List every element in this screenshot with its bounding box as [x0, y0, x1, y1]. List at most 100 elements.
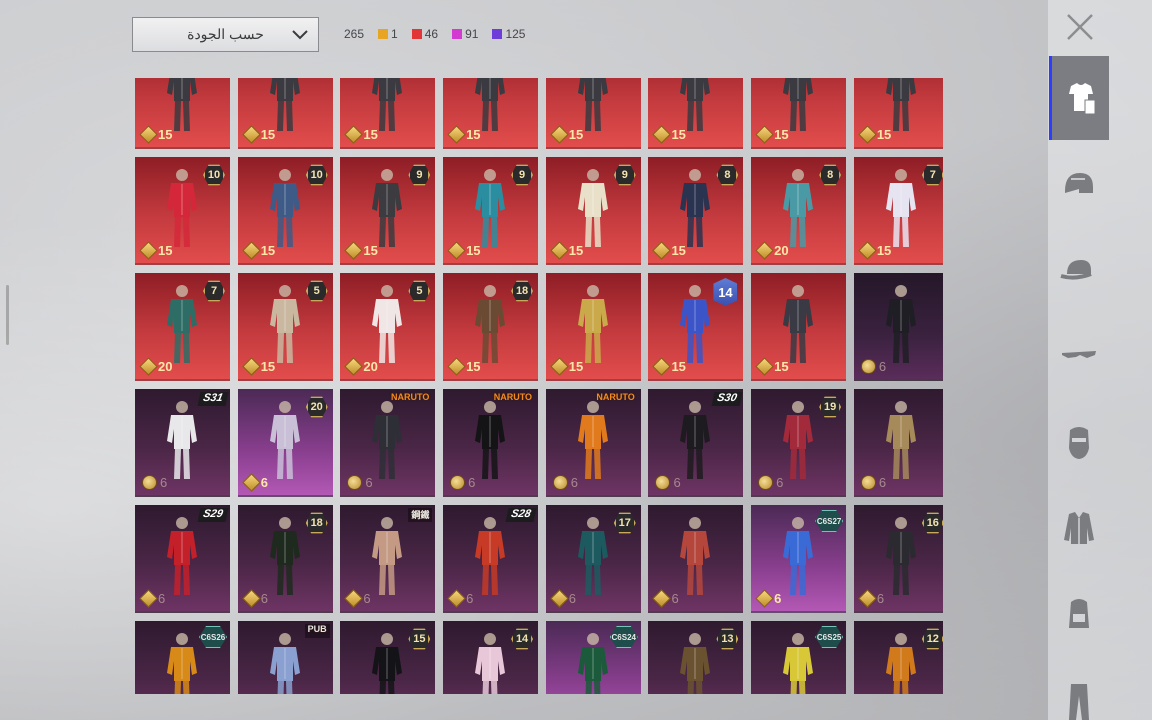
- outfit-figure-icon: [885, 401, 916, 479]
- item-price: 6: [858, 589, 884, 608]
- category-backpack[interactable]: [1049, 572, 1109, 656]
- item-card[interactable]: 16 6: [853, 505, 943, 613]
- item-card[interactable]: 14 15: [648, 273, 744, 381]
- item-card[interactable]: 15: [648, 78, 744, 149]
- item-card[interactable]: 鋼鐵 6: [340, 505, 436, 613]
- item-card[interactable]: 136: [648, 621, 744, 694]
- gem-icon: [447, 241, 466, 260]
- item-card[interactable]: 7 20: [135, 273, 230, 381]
- outfit-figure-icon: [269, 401, 300, 479]
- item-card[interactable]: 126: [853, 621, 943, 694]
- category-pants[interactable]: [1049, 658, 1109, 720]
- item-card[interactable]: 18 15: [443, 273, 539, 381]
- item-card[interactable]: C6S256: [751, 621, 847, 694]
- item-card[interactable]: S29 6: [135, 505, 230, 613]
- outfit-figure-icon: [783, 517, 814, 595]
- category-mask[interactable]: [1049, 400, 1109, 484]
- item-price: 20: [344, 357, 378, 376]
- drawer-handle[interactable]: [6, 285, 9, 345]
- item-card[interactable]: 9 15: [545, 157, 641, 265]
- item-card[interactable]: 10 15: [135, 157, 230, 265]
- gem-icon: [652, 125, 672, 144]
- item-card[interactable]: 6: [648, 505, 744, 613]
- item-price-value: 6: [363, 591, 371, 606]
- item-card[interactable]: C6S266: [135, 621, 230, 694]
- item-price: 15: [241, 125, 276, 144]
- item-card[interactable]: 6: [853, 273, 943, 381]
- outfit-figure-icon: [269, 169, 300, 247]
- gem-icon: [447, 125, 466, 144]
- item-card[interactable]: 17 6: [545, 505, 641, 613]
- outfit-figure-icon: [680, 401, 711, 479]
- item-card[interactable]: 8 15: [648, 157, 744, 265]
- item-card[interactable]: NARUTO 6: [340, 389, 436, 497]
- color-square-icon: [378, 29, 389, 39]
- item-card[interactable]: 19 6: [751, 389, 847, 497]
- item-card[interactable]: 6: [853, 389, 943, 497]
- item-grid[interactable]: 15 15 15 15 15 15 15 15 10 15 10 15 9 15 9 15 9 15 8 15 8 20 7…: [135, 78, 943, 694]
- item-card[interactable]: 18 6: [237, 505, 333, 613]
- gem-icon: [652, 357, 672, 376]
- item-card[interactable]: 15: [751, 78, 847, 149]
- category-hat[interactable]: [1049, 228, 1109, 312]
- outfit-figure-icon: [577, 401, 608, 479]
- item-card[interactable]: 20 6: [237, 389, 333, 497]
- outfit-figure-icon: [680, 169, 711, 247]
- cap-icon: [1060, 260, 1092, 280]
- item-card[interactable]: 15: [443, 78, 539, 149]
- item-card[interactable]: S28 6: [443, 505, 539, 613]
- item-card[interactable]: 10 15: [237, 157, 333, 265]
- item-card[interactable]: 8 20: [751, 157, 847, 265]
- sort-dropdown[interactable]: حسب الجودة: [132, 17, 319, 52]
- outfit-figure-icon: [885, 517, 916, 595]
- gem-icon: [550, 125, 569, 144]
- item-card[interactable]: 5 15: [237, 273, 333, 381]
- item-price: 6: [755, 589, 781, 608]
- count-epic: 91: [452, 27, 478, 41]
- item-card[interactable]: 7 15: [853, 157, 943, 265]
- item-card[interactable]: C6S27 6: [751, 505, 847, 613]
- item-card[interactable]: 9 15: [340, 157, 436, 265]
- gem-icon: [858, 125, 877, 144]
- item-card[interactable]: 15: [237, 78, 333, 149]
- item-card[interactable]: 156: [340, 621, 436, 694]
- item-price-value: 6: [570, 475, 578, 490]
- item-price-value: 20: [158, 359, 173, 374]
- category-helmet[interactable]: [1049, 143, 1109, 227]
- item-card[interactable]: S31 6: [135, 389, 230, 497]
- category-eyewear[interactable]: [1049, 314, 1109, 398]
- item-card[interactable]: 15: [135, 78, 230, 149]
- item-price-value: 15: [466, 127, 481, 142]
- item-card[interactable]: 5 20: [340, 273, 436, 381]
- item-card[interactable]: 15: [853, 78, 943, 149]
- coin-icon: [347, 475, 363, 490]
- item-card[interactable]: NARUTO 6: [443, 389, 539, 497]
- item-card[interactable]: 146: [443, 621, 539, 694]
- item-price: 6: [139, 589, 165, 608]
- gem-icon: [344, 589, 364, 608]
- item-card[interactable]: NARUTO 6: [545, 389, 641, 497]
- item-card[interactable]: 15: [751, 273, 847, 381]
- gem-icon: [652, 241, 672, 260]
- season-badge: S31: [197, 392, 229, 406]
- gem-icon: [755, 357, 774, 376]
- item-price: 6: [860, 475, 886, 490]
- item-price: 15: [139, 241, 172, 260]
- item-card[interactable]: C6S246: [545, 621, 641, 694]
- outfit-figure-icon: [475, 517, 506, 595]
- item-card[interactable]: 15: [545, 78, 641, 149]
- item-card[interactable]: 15: [340, 78, 436, 149]
- item-card[interactable]: 15: [545, 273, 641, 381]
- category-outfit[interactable]: [1049, 56, 1109, 140]
- item-card[interactable]: PUB6: [237, 621, 333, 694]
- item-price: 15: [447, 357, 481, 376]
- item-price: 15: [652, 357, 686, 376]
- item-card[interactable]: 9 15: [443, 157, 539, 265]
- category-jacket[interactable]: [1049, 486, 1109, 570]
- item-card[interactable]: S30 6: [648, 389, 744, 497]
- item-price: 15: [550, 241, 583, 260]
- item-price: 6: [450, 475, 475, 490]
- gem-icon: [858, 241, 877, 260]
- item-price-value: 15: [260, 127, 276, 142]
- outfit-figure-icon: [577, 633, 608, 694]
